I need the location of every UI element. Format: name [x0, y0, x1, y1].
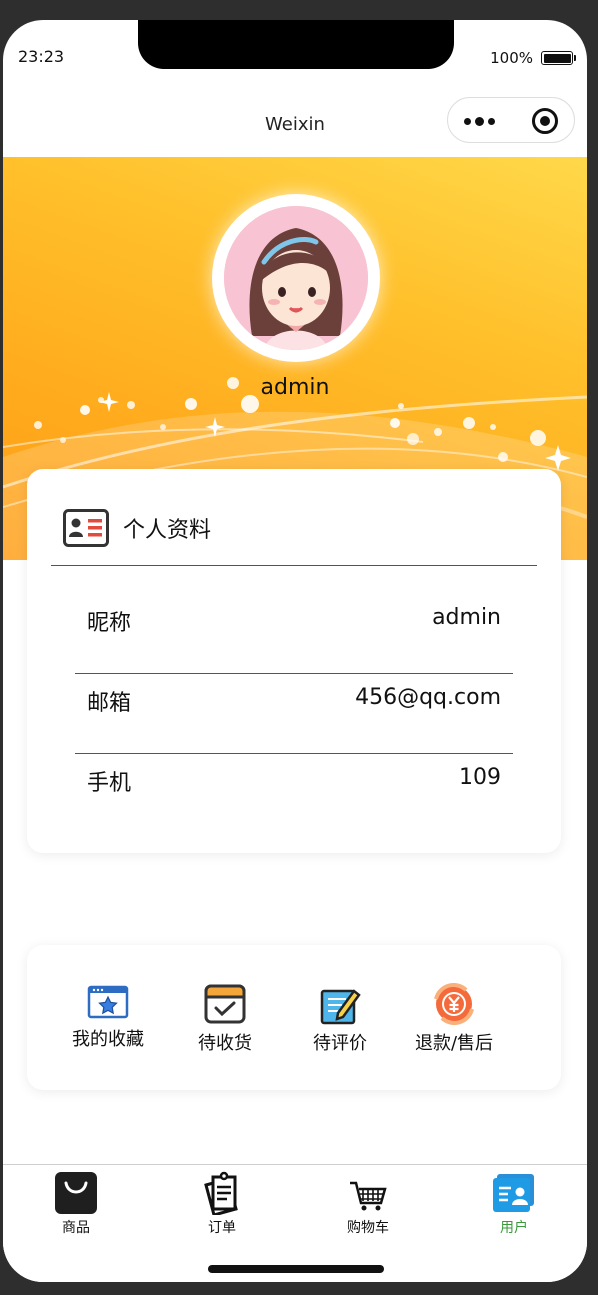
username: admin	[260, 375, 330, 400]
row-value: admin	[432, 605, 501, 630]
cart-icon	[350, 1181, 387, 1211]
tab-user[interactable]: 用户	[459, 1171, 569, 1237]
row-value: 456@qq.com	[355, 685, 501, 710]
phone-screen: 23:23 100% Weixin admin 个人资料 昵称 admin 邮箱…	[3, 20, 587, 1282]
row-label: 手机	[87, 771, 132, 796]
order-label: 退款/售后	[414, 1033, 494, 1054]
id-card-icon	[63, 509, 109, 547]
avatar[interactable]	[212, 194, 380, 362]
status-time: 23:23	[18, 47, 65, 66]
avatar-image	[224, 206, 368, 350]
review-pencil-icon	[320, 989, 361, 1025]
more-dots-icon[interactable]	[464, 117, 495, 126]
mini-program-capsule	[447, 97, 575, 143]
refund-icon	[434, 983, 474, 1025]
order-favorites[interactable]: 我的收藏	[48, 983, 168, 1051]
profile-row-phone[interactable]: 手机 109	[75, 753, 513, 833]
order-label: 待评价	[313, 1033, 367, 1054]
order-to-receive[interactable]: 待收货	[165, 983, 285, 1055]
order-to-review[interactable]: 待评价	[280, 983, 400, 1055]
profile-card: 个人资料 昵称 admin 邮箱 456@qq.com 手机 109	[27, 469, 561, 853]
tab-cart[interactable]: 购物车	[313, 1171, 423, 1237]
profile-card-header: 个人资料	[63, 509, 211, 547]
shopping-bag-icon	[55, 1172, 97, 1214]
profile-row-nickname[interactable]: 昵称 admin	[75, 593, 513, 674]
tab-label: 用户	[500, 1220, 528, 1236]
battery-icon	[541, 51, 576, 65]
tab-label: 商品	[62, 1220, 90, 1236]
divider	[51, 565, 537, 566]
target-icon[interactable]	[532, 108, 558, 134]
row-label: 昵称	[87, 611, 132, 636]
row-label: 邮箱	[87, 691, 132, 716]
favorite-icon	[87, 985, 129, 1019]
tab-label: 订单	[208, 1220, 236, 1236]
profile-card-title: 个人资料	[123, 518, 212, 543]
row-value: 109	[459, 765, 501, 790]
profile-row-email[interactable]: 邮箱 456@qq.com	[75, 673, 513, 754]
order-label: 我的收藏	[72, 1029, 144, 1050]
home-indicator	[208, 1265, 384, 1273]
battery-percent: 100%	[490, 49, 533, 67]
tab-label: 购物车	[347, 1220, 389, 1236]
tab-orders[interactable]: 订单	[167, 1171, 277, 1237]
receive-box-icon	[204, 984, 246, 1024]
orders-card: 我的收藏 待收货 待评价 退款/售后	[27, 945, 561, 1090]
order-refund[interactable]: 退款/售后	[394, 983, 514, 1055]
notch	[138, 20, 454, 69]
order-clipboard-icon	[204, 1171, 238, 1215]
tab-products[interactable]: 商品	[21, 1171, 131, 1237]
order-label: 待收货	[198, 1033, 252, 1054]
user-card-icon	[493, 1174, 534, 1212]
status-right: 100%	[490, 49, 576, 67]
